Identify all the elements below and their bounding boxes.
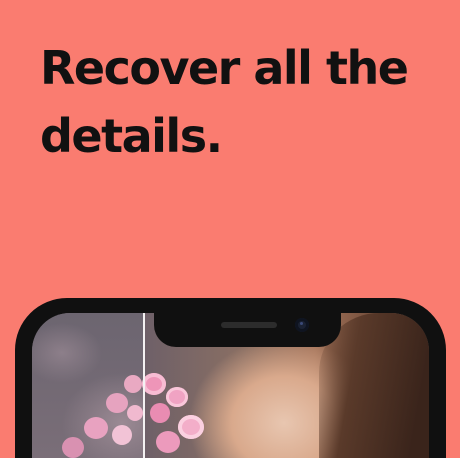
headline: Recover all the details. <box>40 41 409 163</box>
flower-blossom <box>127 405 143 421</box>
speaker-grille <box>221 322 277 328</box>
flower-blossom <box>112 425 132 445</box>
comparison-divider[interactable] <box>143 313 145 458</box>
flower-blossom <box>150 403 170 423</box>
flower-blossom <box>62 437 84 458</box>
flower-blossom <box>178 415 204 439</box>
front-camera-icon <box>295 318 309 332</box>
flower-blossom <box>124 375 142 393</box>
flower-blossom <box>156 431 180 453</box>
flower-blossom <box>106 393 128 413</box>
phone-notch <box>154 313 341 347</box>
phone-mockup <box>15 298 446 458</box>
phone-screen <box>32 313 429 458</box>
flower-blossom <box>166 387 188 407</box>
flower-blossom <box>84 417 108 439</box>
flower-blossom <box>142 373 166 395</box>
